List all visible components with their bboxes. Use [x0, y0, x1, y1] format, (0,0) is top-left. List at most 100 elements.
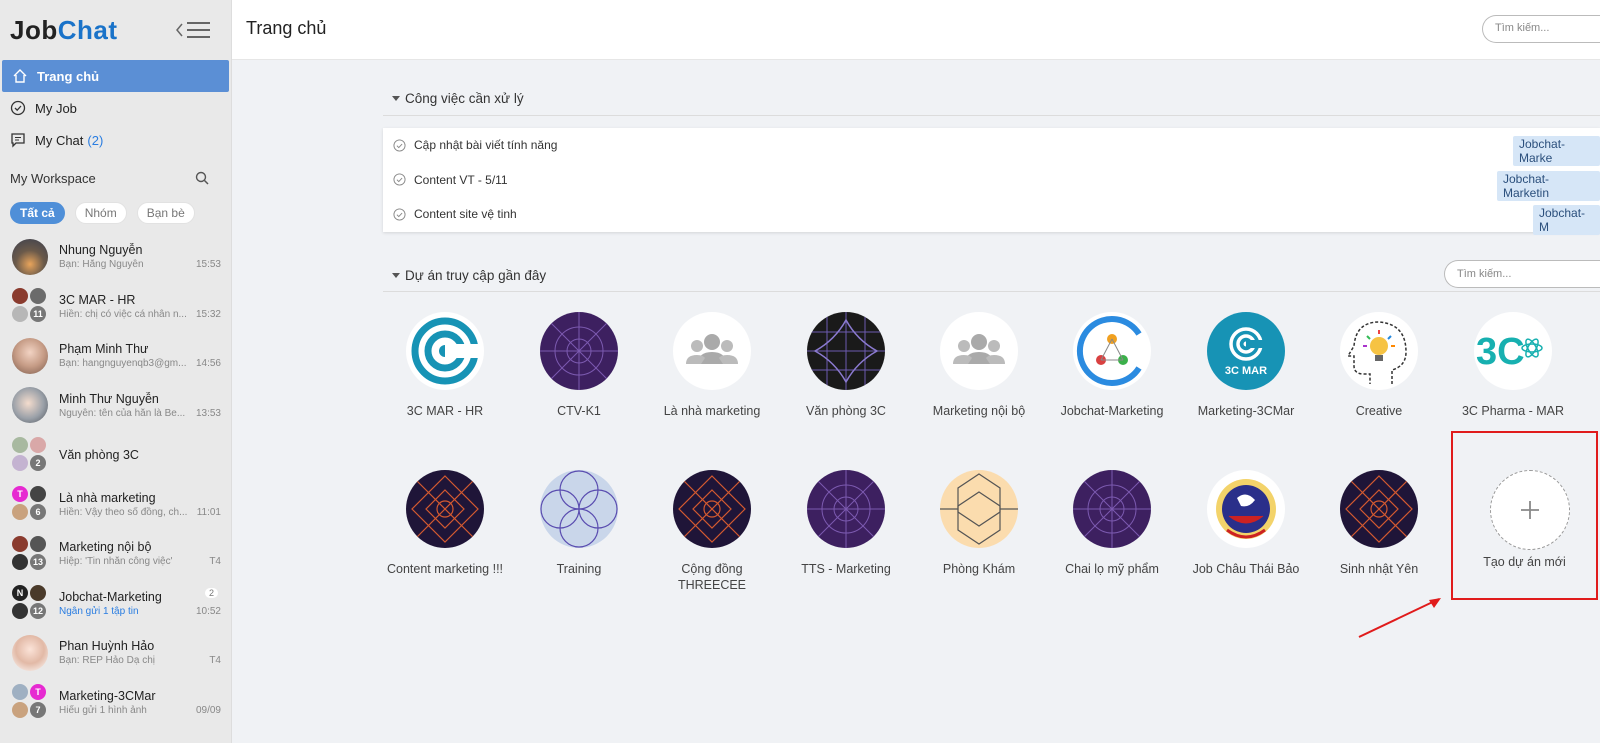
- workspace-filters: Tất cả Nhóm Bạn bè: [0, 198, 231, 228]
- project-item[interactable]: Chai lọ mỹ phẩm: [1050, 470, 1174, 577]
- collapse-menu-icon[interactable]: [176, 20, 212, 40]
- group-avatar: T 6: [12, 486, 48, 522]
- project-name: Jobchat-Marketing: [1060, 404, 1164, 418]
- project-name: Phòng Khám: [942, 562, 1016, 576]
- sidebar: JobChat Trang chủ My Job My Chat (2) My …: [0, 0, 232, 743]
- projects-section-header[interactable]: Dự án truy cập gần đây: [392, 268, 546, 283]
- project-item[interactable]: Training: [517, 470, 641, 577]
- chat-item[interactable]: T 7 Marketing-3CMar Hiếu gửi 1 hình ảnh 0…: [0, 678, 231, 728]
- project-name: 3C MAR - HR: [406, 404, 484, 418]
- task-row[interactable]: Cập nhật bài viết tính năng Jobchat-Mark…: [383, 128, 1600, 166]
- project-search-input[interactable]: Tìm kiếm...: [1444, 260, 1600, 288]
- project-item[interactable]: Creative: [1317, 312, 1441, 419]
- group-count: 13: [30, 553, 46, 570]
- group-avatar: N 12: [12, 585, 48, 621]
- project-name: Là nhà marketing: [663, 404, 761, 418]
- lightbulb-head-icon: [1340, 312, 1418, 390]
- project-jobchat-marketing-logo: [1073, 312, 1151, 390]
- page-title: Trang chủ: [246, 18, 327, 38]
- check-circle-icon: [10, 100, 26, 116]
- chat-time: 15:32: [195, 308, 221, 320]
- chat-preview: Bạn: REP Hảo Dạ chị: [59, 655, 155, 667]
- chat-time: 15:53: [195, 259, 221, 270]
- project-item[interactable]: Là nhà marketing: [650, 312, 774, 419]
- my-chat-count: (2): [87, 132, 104, 148]
- project-name: Chai lọ mỹ phẩm: [1065, 562, 1159, 576]
- project-tts-marketing-logo: [807, 470, 885, 548]
- project-name: Creative: [1355, 404, 1403, 418]
- chat-time: 11:01: [196, 506, 221, 518]
- project-item[interactable]: 3C 3C Pharma - MAR: [1451, 312, 1575, 419]
- chat-preview: Hiền: chị có việc cá nhân n...: [59, 308, 187, 320]
- chat-icon: [10, 132, 26, 148]
- jobchat-logo[interactable]: JobChat: [10, 15, 118, 46]
- project-ctv-k1-logo: [540, 312, 618, 390]
- check-circle-icon[interactable]: [393, 208, 406, 221]
- project-item[interactable]: Sinh nhật Yên: [1317, 470, 1441, 577]
- check-circle-icon[interactable]: [393, 173, 406, 186]
- task-project-tag[interactable]: Jobchat-M: [1533, 205, 1600, 236]
- project-marketing-3cmar-logo: 3C MAR: [1207, 312, 1285, 390]
- project-item[interactable]: Phòng Khám: [917, 470, 1041, 577]
- filter-friends[interactable]: Bạn bè: [136, 202, 195, 224]
- project-item[interactable]: Content marketing !!!: [383, 470, 507, 577]
- nav-item-home[interactable]: Trang chủ: [2, 60, 229, 92]
- projects-heading: Dự án truy cập gần đây: [405, 268, 547, 283]
- project-item[interactable]: 3C MAR - HR: [383, 312, 507, 419]
- task-list: Cập nhật bài viết tính năng Jobchat-Mark…: [383, 128, 1600, 236]
- annotation-arrow-icon: [1358, 598, 1441, 638]
- group-count: 2: [30, 454, 46, 471]
- project-item[interactable]: Văn phòng 3C: [784, 312, 908, 419]
- chat-item[interactable]: T 6 Là nhà marketing Hiền: Vậy theo sổ đồ…: [0, 480, 231, 530]
- avatar: [12, 387, 48, 424]
- project-name: Marketing-3CMar: [1197, 404, 1295, 418]
- group-avatar: T 7: [12, 684, 48, 720]
- chat-preview: Hiền: Vậy theo sổ đồng, ch...: [59, 506, 188, 518]
- avatar: [12, 634, 48, 671]
- project-name: Sinh nhật Yên: [1339, 562, 1419, 576]
- check-circle-icon[interactable]: [393, 139, 406, 152]
- task-project-tag[interactable]: Jobchat-Marketin: [1497, 170, 1600, 201]
- chat-item[interactable]: 2 Văn phòng 3C: [0, 430, 231, 480]
- chat-item[interactable]: 11 3C MAR - HR Hiền: chị có việc cá nhân …: [0, 282, 231, 332]
- project-item[interactable]: Jobchat-Marketing: [1050, 312, 1174, 419]
- chat-name: Phạm Minh Thư: [59, 342, 149, 357]
- filter-all[interactable]: Tất cả: [10, 202, 65, 224]
- project-name: Marketing nội bộ: [932, 404, 1026, 418]
- task-row[interactable]: Content VT - 5/11 Jobchat-Marketin: [383, 163, 1600, 201]
- chat-item[interactable]: Phan Huỳnh Hảo Bạn: REP Hảo Dạ chị T4: [0, 628, 231, 678]
- global-search-input[interactable]: Tìm kiếm...: [1482, 15, 1600, 43]
- project-chai-lo-logo: [1073, 470, 1151, 548]
- create-project-button[interactable]: [1490, 470, 1570, 550]
- chat-item[interactable]: Nhung Nguyễn Bạn: Hằng Nguyễn 15:53: [0, 232, 231, 282]
- nav-item-my-chat[interactable]: My Chat (2): [0, 124, 231, 156]
- project-item[interactable]: 3C MAR Marketing-3CMar: [1184, 312, 1308, 419]
- project-van-phong-3c-logo: [807, 312, 885, 390]
- chat-item[interactable]: Phạm Minh Thư Bạn: hangnguyenqb3@gm... 14…: [0, 331, 231, 381]
- logo-text-job: Job: [10, 14, 58, 45]
- tasks-heading: Công việc cần xử lý: [405, 91, 524, 106]
- chat-item[interactable]: N 12 Jobchat-Marketing Ngân gửi 1 tập tin…: [0, 579, 231, 629]
- group-avatar: 11: [12, 288, 48, 324]
- task-row[interactable]: Content site vệ tinh Jobchat-M: [383, 197, 1600, 236]
- chat-item[interactable]: Minh Thư Nguyễn Nguyễn: tên của hắn là Be…: [0, 381, 231, 431]
- chat-name: 3C MAR - HR: [59, 292, 136, 307]
- task-project-tag[interactable]: Jobchat-Marke: [1513, 136, 1600, 166]
- chat-time: T4: [209, 556, 221, 567]
- project-name: Content marketing !!!: [386, 562, 504, 576]
- chat-item[interactable]: 13 Marketing nội bộ Hiệp: 'Tin nhắn công …: [0, 529, 231, 579]
- project-item[interactable]: TTS - Marketing: [784, 470, 908, 577]
- search-icon[interactable]: [195, 171, 209, 185]
- chat-preview: Nguyễn: tên của hắn là Be...: [59, 407, 186, 419]
- project-item[interactable]: Marketing nội bộ: [917, 312, 1041, 419]
- nav-label-home: Trang chủ: [37, 68, 100, 84]
- filter-groups[interactable]: Nhóm: [74, 202, 127, 224]
- workspace-title: My Workspace: [10, 170, 96, 186]
- project-item[interactable]: CTV-K1: [517, 312, 641, 419]
- tasks-section-header[interactable]: Công việc cần xử lý: [392, 91, 524, 106]
- project-item[interactable]: Cộng đồng THREECEE: [650, 470, 774, 593]
- chat-name: Nhung Nguyễn: [59, 243, 143, 258]
- project-sinh-nhat-yen-logo: [1340, 470, 1418, 548]
- project-item[interactable]: Job Châu Thái Bảo: [1184, 470, 1308, 577]
- nav-item-my-job[interactable]: My Job: [0, 92, 231, 124]
